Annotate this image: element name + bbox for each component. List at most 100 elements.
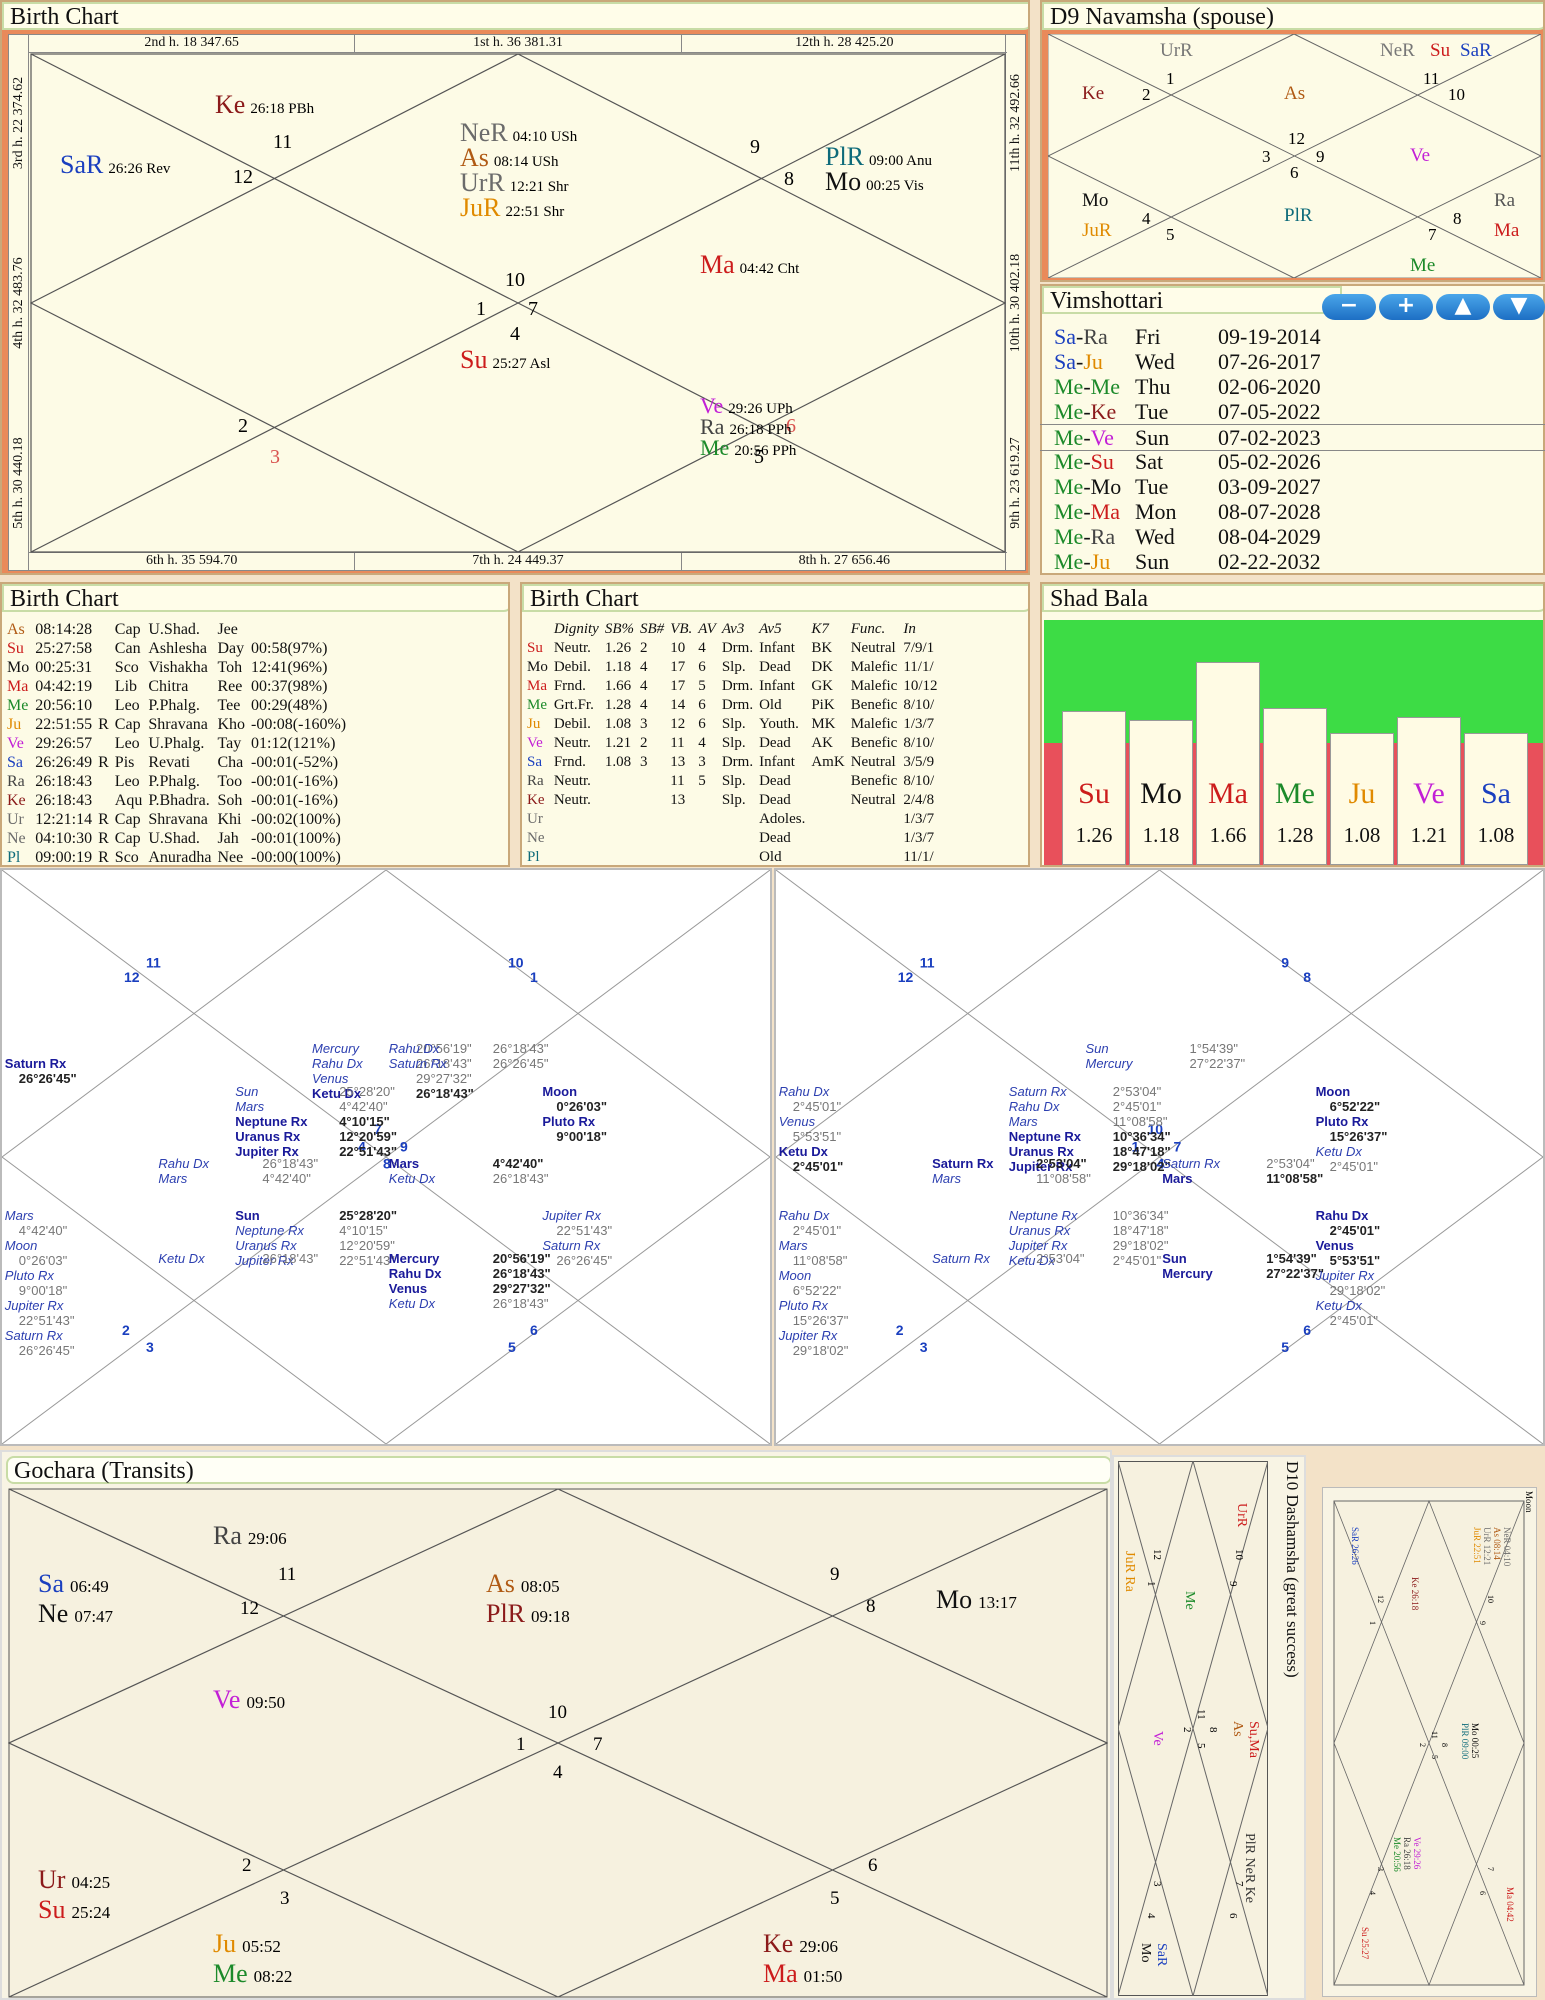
pos-pada: Toh: [217, 659, 243, 676]
pos-r: [95, 639, 112, 658]
dignity-cell: BK: [811, 640, 833, 656]
transit-degree: 26°26'45": [18, 1342, 75, 1358]
dignity-cell: Benefic: [850, 697, 898, 713]
dasha-row[interactable]: Me-Ra Wed 08-04-2029: [1040, 524, 1545, 549]
d9-sign: 5: [1166, 225, 1175, 244]
mini-sign: 3: [1376, 1867, 1385, 1871]
antar-lord: Ve: [1090, 425, 1114, 450]
position-row: Ur 12:21:14 R Cap Shravana Khi -00:02(100%): [4, 810, 349, 829]
maha-lord: Me: [1054, 425, 1084, 450]
d9-label: UrR: [1160, 40, 1193, 61]
dignity-cell: 5: [698, 773, 706, 789]
dignity-cell: Infant: [759, 754, 795, 770]
pos-nak: Revati: [148, 754, 191, 771]
expand-button[interactable]: +: [1379, 294, 1433, 320]
transit-degree: 22°51'43": [18, 1312, 75, 1328]
mini-sign: 6: [1478, 1891, 1487, 1895]
d10-sign: 10: [1233, 1549, 1245, 1561]
dasha-date: 02-06-2020: [1218, 374, 1321, 399]
positions-table: As 08:14:28 Cap U.Shad. Jee Su 25:27:58 Can Ashl…: [4, 620, 349, 865]
dasha-date: 05-02-2026: [1218, 449, 1321, 474]
bar-value: 1.08: [1477, 823, 1515, 847]
pos-x: -00:02(100%): [251, 811, 341, 828]
transit-planet: Rahu Dx: [158, 1156, 209, 1171]
shad-bala-panel: Shad Bala Su 1.26 Mo 1.18 Ma 1.66 Me 1.28 Ju 1.08…: [1040, 582, 1545, 867]
dignity-row: Ju Debil. 1.08 3 12 6 Slp. Youth. MK Malefic 1/3/7: [524, 715, 941, 734]
pos-sign: Leo: [114, 735, 140, 752]
dignity-header: Func.: [850, 621, 886, 637]
transit-planet: Mars: [1008, 1114, 1038, 1130]
scroll-down-button[interactable]: ▼: [1493, 294, 1545, 320]
pos-sign: Can: [114, 640, 141, 657]
position-row: Me 20:56:10 Leo P.Phalg. Tee 00:29(48%): [4, 696, 349, 715]
dignity-cell: Neutral: [850, 754, 896, 770]
dignity-cell: 1/3/7: [903, 716, 935, 732]
pos-deg: 26:18:43: [35, 773, 93, 790]
sign-num: 8: [784, 168, 794, 190]
dignity-cell: 1.26: [604, 640, 632, 656]
pos-r: [95, 791, 112, 810]
position-row: Sa 26:26:49 R Pis Revati Cha -00:01(-52%): [4, 753, 349, 772]
d9-sign: 8: [1453, 209, 1462, 228]
maha-lord: Sa: [1054, 349, 1076, 374]
mini-label: NeR 04:10: [1502, 1527, 1512, 1567]
pos-sign: Cap: [114, 621, 141, 638]
planet-ma: Ma 04:42 Cht: [700, 250, 800, 279]
dasha-day: Fri: [1135, 324, 1161, 349]
d10-label: JuR Ra: [1122, 1551, 1137, 1593]
collapse-button[interactable]: −: [1322, 294, 1376, 320]
dasha-day: Mon: [1135, 499, 1177, 524]
dignity-cell: 8/10/: [903, 773, 935, 789]
transit-planet: Jupiter Rx: [778, 1327, 838, 1343]
dasha-row[interactable]: Me-Su Sat 05-02-2026: [1040, 449, 1545, 474]
dasha-row[interactable]: Me-Ke Tue 07-05-2022: [1040, 399, 1545, 424]
transit-degree: 5°53'51": [792, 1129, 842, 1145]
scroll-up-button[interactable]: ▲: [1436, 294, 1490, 320]
dasha-row[interactable]: Me-Mo Tue 03-09-2027: [1040, 474, 1545, 499]
dignity-header: Av3: [721, 621, 745, 637]
d9-label: SaR: [1460, 40, 1492, 61]
dasha-row[interactable]: Me-Ma Mon 08-07-2028: [1040, 499, 1545, 524]
dignity-cell: [602, 848, 637, 865]
position-row: Ne 04:10:30 R Cap U.Shad. Jah -00:01(100%): [4, 829, 349, 848]
dasha-row[interactable]: Me-Ju Sun 02-22-2032: [1040, 549, 1545, 574]
dignity-cell: [695, 810, 719, 829]
dasha-day: Thu: [1135, 374, 1171, 399]
dignity-cell: Malefic: [850, 659, 898, 675]
transit-planet: Mars: [1162, 1171, 1193, 1186]
go-sign: 1: [516, 1734, 526, 1755]
mini-label: Mo 00:25: [1470, 1723, 1480, 1759]
transit-planet: Sun: [235, 1084, 259, 1100]
dignity-row: Ke Neutr. 13 Slp. Dead Neutral 2/4/8: [524, 791, 941, 810]
dignity-cell: Dead: [759, 773, 791, 789]
dignity-cell: 4: [640, 697, 648, 713]
mini-label: Ve 29:26: [1412, 1837, 1422, 1870]
dignity-cell: 17: [670, 659, 686, 675]
mini-label: Su 25:27: [1360, 1927, 1370, 1960]
transit-degree: 2°45'01": [1329, 1222, 1381, 1238]
d10-sign: 2: [1181, 1727, 1193, 1733]
position-row: Ma 04:42:19 Lib Chitra Ree 00:37(98%): [4, 677, 349, 696]
d9-sign: 6: [1290, 163, 1299, 182]
transit-degree: 4°10'15": [339, 1222, 388, 1238]
dignity-cell: 6: [698, 659, 706, 675]
transit-degree: 2°45'01": [792, 1159, 844, 1175]
transit-degree: 11°08'58": [1036, 1171, 1091, 1186]
antar-lord: Ra: [1083, 324, 1108, 349]
dasha-row[interactable]: Me-Ve Sun 07-02-2023: [1040, 424, 1545, 451]
dasha-row[interactable]: Sa-Ju Wed 07-26-2017: [1040, 349, 1545, 374]
pos-x: 12:41(96%): [251, 659, 328, 676]
dignity-cell: Malefic: [850, 716, 898, 732]
dasha-row[interactable]: Me-Me Thu 02-06-2020: [1040, 374, 1545, 399]
dasha-row[interactable]: Sa-Ra Fri 09-19-2014: [1040, 324, 1545, 349]
transit-degree: 2°45'01": [1112, 1099, 1162, 1115]
transit-degree: 4°42'40": [492, 1156, 544, 1171]
d9-label: PlR: [1284, 205, 1313, 226]
transit-panel-right: 11 12 9 8 10 1 7 4 2 3 6 5 Sun 1°54'39" Mercury 27°22'…: [774, 868, 1545, 1446]
pos-pada: Cha: [217, 754, 244, 771]
pos-sign: Lib: [114, 678, 138, 695]
position-row: Ke 26:18:43 Aqu P.Bhadra. Soh -00:01(-16%): [4, 791, 349, 810]
mini-label: Me 20:56: [1392, 1837, 1402, 1872]
dasha-day: Tue: [1135, 474, 1169, 499]
bar-label: Ma: [1208, 777, 1248, 810]
